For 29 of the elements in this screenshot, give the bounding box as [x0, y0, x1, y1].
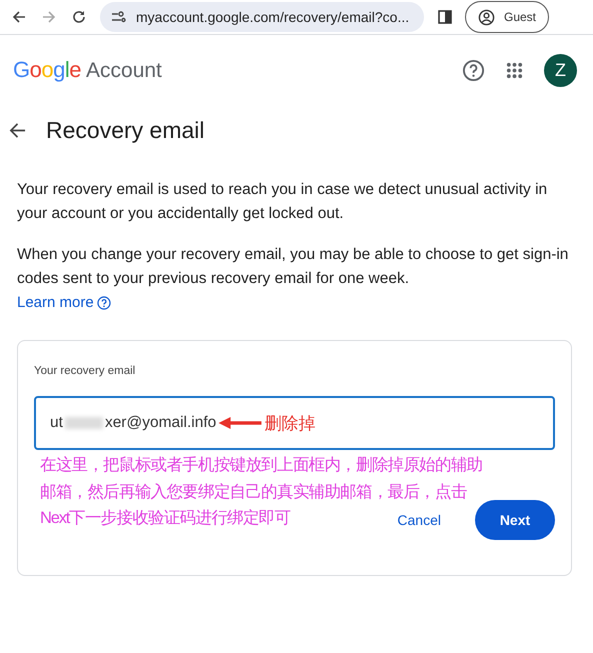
- help-icon[interactable]: [96, 296, 111, 310]
- learn-more-link[interactable]: Learn more: [17, 291, 94, 315]
- site-settings-icon[interactable]: [110, 9, 126, 25]
- annotation-arrow: [218, 417, 262, 429]
- account-circle-icon: [478, 8, 495, 26]
- back-arrow-icon[interactable]: [9, 122, 26, 139]
- account-avatar[interactable]: Z: [544, 54, 577, 86]
- apps-grid-icon[interactable]: [505, 60, 524, 80]
- field-label: Your recovery email: [34, 365, 136, 377]
- google-logo[interactable]: Google: [13, 57, 82, 83]
- annotation-instruction-line: 在这里，把鼠标或者手机按键放到上面框内，删除掉原始的辅助: [40, 455, 482, 476]
- annotation-instruction-line: 邮箱，然后再输入您要绑定自己的真实辅助邮箱，最后，点击: [40, 482, 467, 502]
- back-icon[interactable]: [11, 9, 27, 25]
- reload-icon[interactable]: [71, 9, 87, 25]
- annotation-note: 删除掉: [264, 412, 316, 434]
- cancel-button[interactable]: Cancel: [387, 504, 451, 536]
- annotation-instruction-line: Next下一步接收验证码进行绑定即可: [40, 508, 290, 529]
- side-panel-icon[interactable]: [437, 9, 453, 25]
- description-text: When you change your recovery email, you may be able to choose to get sign-in codes sent to your previous recovery email for one week.: [17, 245, 570, 289]
- help-icon[interactable]: [462, 58, 485, 82]
- redaction-blur: [64, 417, 103, 429]
- email-input-field[interactable]: ut xer@yomail.info 删除掉: [34, 396, 555, 450]
- profile-button[interactable]: Guest: [465, 1, 550, 33]
- next-button[interactable]: Next: [475, 500, 555, 540]
- address-bar[interactable]: myaccount.google.com/recovery/email?co...: [100, 2, 424, 32]
- page-title: Recovery email: [46, 117, 204, 144]
- url-text: myaccount.google.com/recovery/email?co...: [136, 9, 410, 25]
- product-name: Account: [86, 59, 162, 83]
- description-text: Your recovery email is used to reach you in case we detect unusual activity in your account or you accidentally get locked out.: [17, 180, 548, 224]
